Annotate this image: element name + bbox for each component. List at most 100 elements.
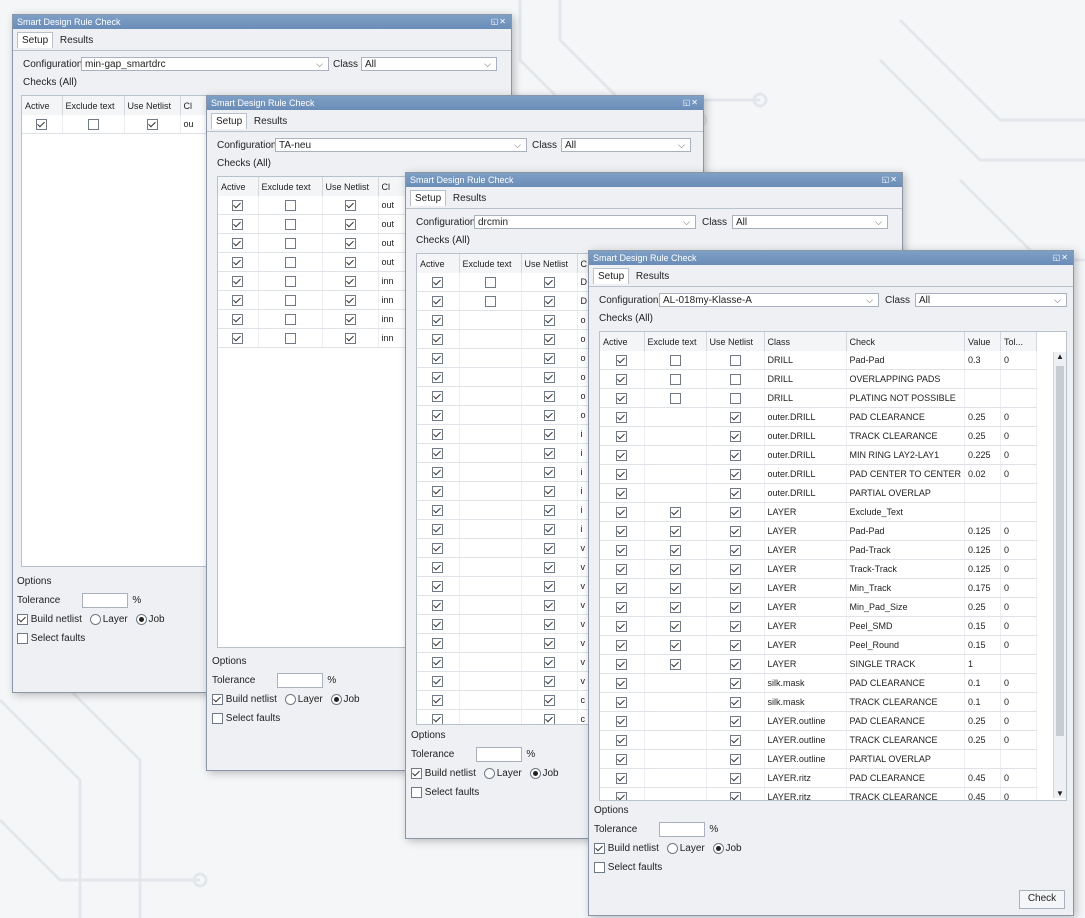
active-checkbox[interactable]	[616, 734, 628, 746]
table-row[interactable]: inn	[218, 309, 419, 329]
configuration-select[interactable]: AL-018my-Klasse-A ⌵	[659, 293, 879, 307]
use-netlist-checkbox[interactable]	[729, 392, 741, 404]
table-row[interactable]: v	[417, 671, 608, 691]
active-checkbox[interactable]	[616, 677, 628, 689]
active-checkbox[interactable]	[616, 582, 628, 594]
exclude-text-checkbox[interactable]	[669, 658, 681, 670]
table-row[interactable]: out	[218, 233, 419, 253]
use-netlist-checkbox[interactable]	[729, 620, 741, 632]
active-checkbox[interactable]	[232, 275, 244, 287]
table-row[interactable]: o	[417, 386, 608, 406]
window-controls[interactable]: ◱✕	[1053, 251, 1069, 265]
use-netlist-checkbox[interactable]	[729, 696, 741, 708]
use-netlist-checkbox[interactable]	[344, 199, 356, 211]
table-row[interactable]: v	[417, 576, 608, 596]
table-row[interactable]: i	[417, 519, 608, 539]
table-row[interactable]: i	[417, 481, 608, 501]
build-netlist-checkbox[interactable]	[594, 842, 605, 854]
use-netlist-checkbox[interactable]	[729, 373, 741, 385]
active-checkbox[interactable]	[432, 485, 444, 497]
table-row[interactable]: i	[417, 500, 608, 520]
table-row[interactable]: o	[417, 310, 608, 330]
use-netlist-checkbox[interactable]	[543, 618, 555, 630]
table-row[interactable]: out	[218, 252, 419, 272]
use-netlist-checkbox[interactable]	[729, 753, 741, 765]
active-checkbox[interactable]	[616, 620, 628, 632]
job-radio[interactable]	[712, 842, 724, 854]
exclude-text-checkbox[interactable]	[284, 256, 296, 268]
active-checkbox[interactable]	[432, 542, 444, 554]
layer-radio[interactable]	[89, 613, 101, 625]
active-checkbox[interactable]	[616, 696, 628, 708]
active-checkbox[interactable]	[432, 561, 444, 573]
use-netlist-checkbox[interactable]	[729, 430, 741, 442]
table-row[interactable]: outer.DRILL PAD CLEARANCE 0.25 0	[600, 407, 1038, 427]
active-checkbox[interactable]	[616, 544, 628, 556]
table-row[interactable]: v	[417, 538, 608, 558]
active-checkbox[interactable]	[432, 656, 444, 668]
tab-setup[interactable]: Setup	[410, 190, 447, 206]
active-checkbox[interactable]	[616, 468, 628, 480]
build-netlist-checkbox[interactable]	[212, 693, 223, 705]
build-netlist-checkbox[interactable]	[411, 767, 422, 779]
use-netlist-checkbox[interactable]	[344, 275, 356, 287]
active-checkbox[interactable]	[432, 713, 444, 724]
use-netlist-checkbox[interactable]	[729, 734, 741, 746]
active-checkbox[interactable]	[432, 295, 444, 307]
col-use-netlist[interactable]: Use Netlist	[706, 332, 765, 351]
active-checkbox[interactable]	[432, 333, 444, 345]
use-netlist-checkbox[interactable]	[543, 580, 555, 592]
use-netlist-checkbox[interactable]	[729, 639, 741, 651]
exclude-text-checkbox[interactable]	[669, 506, 681, 518]
use-netlist-checkbox[interactable]	[543, 656, 555, 668]
use-netlist-checkbox[interactable]	[729, 449, 741, 461]
table-row[interactable]: c	[417, 690, 608, 710]
col-exclude-text[interactable]: Exclude text	[644, 332, 707, 351]
exclude-text-checkbox[interactable]	[87, 118, 99, 130]
col-use-netlist[interactable]: Use Netlist	[521, 254, 578, 273]
table-row[interactable]: LAYER Min_Pad_Size 0.25 0	[600, 597, 1038, 617]
exclude-text-checkbox[interactable]	[669, 392, 681, 404]
table-row[interactable]: outer.DRILL TRACK CLEARANCE 0.25 0	[600, 426, 1038, 446]
job-radio[interactable]	[135, 613, 147, 625]
active-checkbox[interactable]	[432, 409, 444, 421]
table-row[interactable]: LAYER Peel_Round 0.15 0	[600, 635, 1038, 655]
tab-setup[interactable]: Setup	[17, 32, 54, 48]
table-row[interactable]: LAYER Pad-Track 0.125 0	[600, 540, 1038, 560]
configuration-select[interactable]: drcmin ⌵	[474, 215, 696, 229]
tolerance-input[interactable]	[476, 746, 523, 762]
select-faults-checkbox[interactable]	[594, 861, 605, 873]
exclude-text-checkbox[interactable]	[284, 218, 296, 230]
table-row[interactable]: inn	[218, 290, 419, 310]
col-exclude-text[interactable]: Exclude text	[258, 177, 323, 196]
active-checkbox[interactable]	[36, 118, 48, 130]
tab-setup[interactable]: Setup	[593, 268, 630, 284]
active-checkbox[interactable]	[432, 675, 444, 687]
use-netlist-checkbox[interactable]	[146, 118, 158, 130]
table-row[interactable]: LAYER Exclude_Text	[600, 502, 1038, 522]
active-checkbox[interactable]	[432, 599, 444, 611]
configuration-select[interactable]: TA-neu ⌵	[275, 138, 527, 152]
use-netlist-checkbox[interactable]	[729, 525, 741, 537]
table-row[interactable]: out	[218, 196, 419, 215]
use-netlist-checkbox[interactable]	[543, 466, 555, 478]
table-row[interactable]: outer.DRILL MIN RING LAY2-LAY1 0.225 0	[600, 445, 1038, 465]
active-checkbox[interactable]	[616, 601, 628, 613]
use-netlist-checkbox[interactable]	[729, 772, 741, 784]
window-titlebar[interactable]: Smart Design Rule Check ◱✕	[406, 173, 902, 187]
col-check[interactable]: Check	[846, 332, 966, 351]
class-select[interactable]: All ⌵	[361, 57, 497, 71]
use-netlist-checkbox[interactable]	[543, 314, 555, 326]
use-netlist-checkbox[interactable]	[729, 354, 741, 366]
col-value[interactable]: Value	[964, 332, 1002, 351]
col-use-netlist[interactable]: Use Netlist	[124, 96, 181, 115]
build-netlist-checkbox[interactable]	[17, 613, 28, 625]
active-checkbox[interactable]	[616, 430, 628, 442]
col-active[interactable]: Active	[22, 96, 63, 115]
use-netlist-checkbox[interactable]	[543, 485, 555, 497]
select-faults-checkbox[interactable]	[212, 712, 223, 724]
table-row[interactable]: c	[417, 709, 608, 724]
active-checkbox[interactable]	[432, 447, 444, 459]
exclude-text-checkbox[interactable]	[669, 639, 681, 651]
table-scrollbar[interactable]: ▲ ▼	[1053, 352, 1066, 798]
